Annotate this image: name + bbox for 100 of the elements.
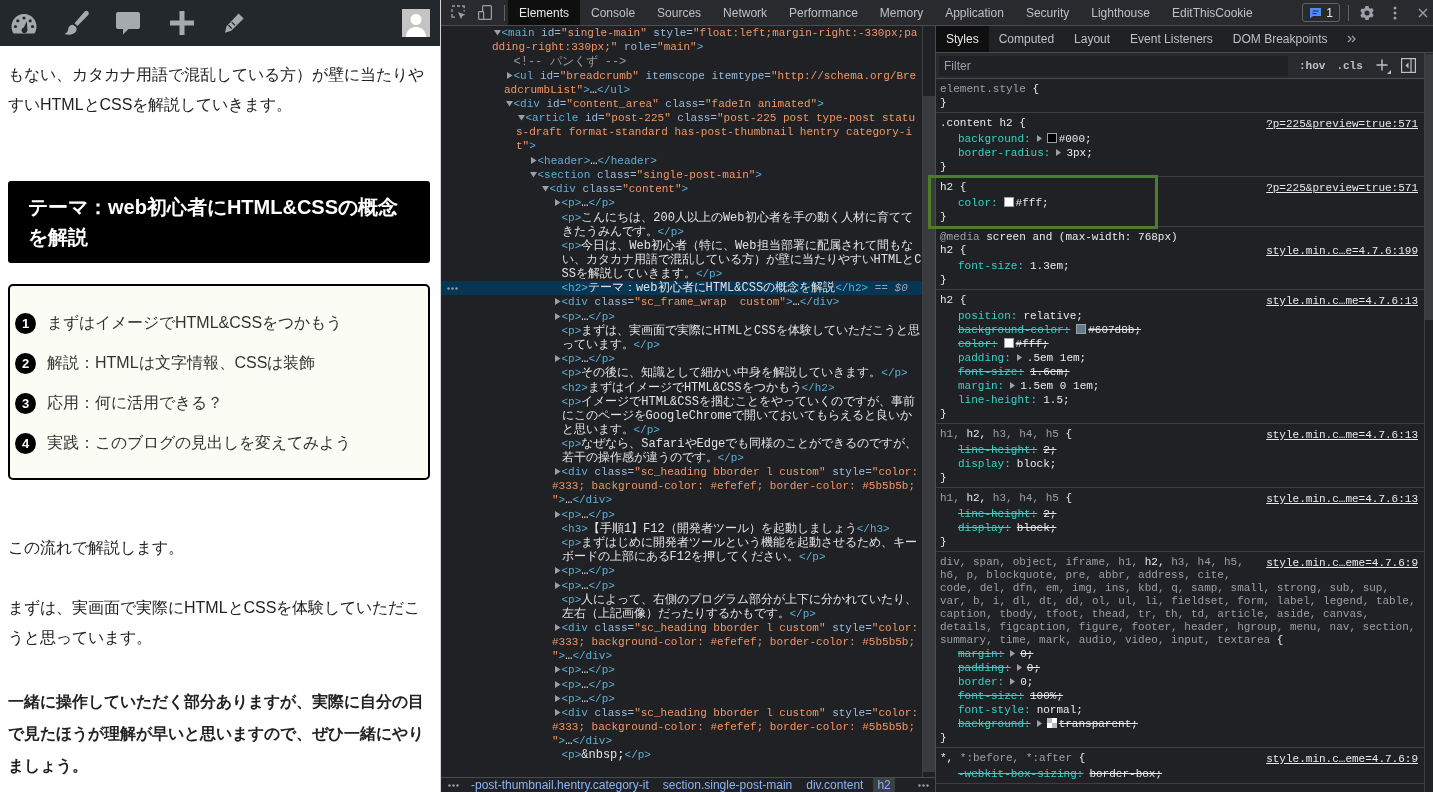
- dom-node[interactable]: <p>…</p>: [441, 309, 922, 324]
- dom-node[interactable]: <main id="single-main" style="float:left;margin-right:-330px;padding-right:330px;" role="main">: [441, 26, 922, 55]
- breadcrumb-item[interactable]: h2: [873, 778, 895, 792]
- dom-node[interactable]: <p>…</p>: [441, 196, 922, 211]
- source-link[interactable]: style.min.c…me=4.7.6:13: [1266, 294, 1418, 309]
- ellipsis-icon[interactable]: [448, 783, 459, 787]
- source-link[interactable]: style.min.c…eme=4.7.6:9: [1266, 752, 1418, 767]
- double-chevron-icon[interactable]: [1346, 35, 1356, 43]
- source-link[interactable]: style.min.c…me=4.7.6:13: [1266, 492, 1418, 507]
- dom-node[interactable]: <p>人によって、右側のプログラム部分が上下に分かれていたり、左右（上記画像）だったりするかもです。</p>: [441, 592, 922, 621]
- caret-right-icon[interactable]: [553, 680, 561, 688]
- dom-node[interactable]: <p>…</p>: [441, 691, 922, 706]
- dom-node[interactable]: <p>今日は、Web初心者（特に、Web担当部署に配属されて間もない、カタカナ用語で混乱している方）が壁に当たりやすいHTMLとCSSを解説していきます。</p>: [441, 238, 922, 281]
- source-link[interactable]: style.min.c…me=4.7.6:13: [1266, 428, 1418, 443]
- source-link[interactable]: style.min.c…e=4.7.6:199: [1266, 244, 1418, 259]
- sidebar-tab[interactable]: Computed: [988, 26, 1065, 52]
- expand-triangle-icon[interactable]: [1036, 135, 1042, 142]
- more-icon[interactable]: [447, 286, 458, 290]
- dom-node[interactable]: <header>…</header>: [441, 153, 922, 168]
- dom-node[interactable]: <p>&nbsp;</p>: [441, 748, 922, 763]
- caret-right-icon[interactable]: [553, 298, 561, 306]
- caret-down-icon[interactable]: [493, 29, 501, 37]
- expand-triangle-icon[interactable]: [1010, 650, 1016, 657]
- breadcrumb-item[interactable]: -post-thumbnail.hentry.category-it: [467, 778, 653, 792]
- dom-node[interactable]: <div class="sc_frame_wrap custom">…</div>: [441, 295, 922, 310]
- expand-triangle-icon[interactable]: [1036, 720, 1042, 727]
- breadcrumb-item[interactable]: div.content: [802, 778, 868, 792]
- dom-node[interactable]: <div class="content">: [441, 181, 922, 196]
- caret-down-icon[interactable]: [505, 100, 513, 107]
- caret-down-icon[interactable]: [529, 170, 537, 178]
- panel-tab[interactable]: Sources: [646, 0, 713, 25]
- close-icon[interactable]: [1418, 7, 1428, 18]
- dom-node[interactable]: <p>イメージでHTML&CSSを掴むことをやっていくのですが、事前にこのページをGoogleChromeで開いておいてもらえると良いかと思います。</p>: [441, 394, 922, 437]
- paintbrush-icon[interactable]: [62, 9, 90, 37]
- caret-right-icon[interactable]: [553, 581, 561, 589]
- inspect-icon[interactable]: [451, 5, 466, 20]
- panel-tab[interactable]: Application: [934, 0, 1015, 25]
- sidebar-tab[interactable]: Event Listeners: [1120, 26, 1223, 52]
- plus-icon[interactable]: [1374, 57, 1391, 74]
- panel-tab[interactable]: Security: [1014, 0, 1081, 25]
- dom-node[interactable]: <h3>【手順1】F12（開発者ツール）を起動しましょう</h3>: [441, 521, 922, 536]
- dom-node[interactable]: <p>こんにちは、200人以上のWeb初心者を手の動く人材に育ててきたうみんです。</p>: [441, 210, 922, 239]
- scrollbar-thumb[interactable]: [923, 96, 935, 772]
- caret-right-icon[interactable]: [553, 510, 561, 518]
- panel-tab[interactable]: EditThisCookie: [1160, 0, 1264, 25]
- dom-node[interactable]: <p>…</p>: [441, 663, 922, 678]
- color-swatch-icon[interactable]: [1046, 133, 1057, 143]
- caret-down-icon[interactable]: [541, 185, 549, 192]
- filter-field[interactable]: Filter: [939, 55, 1288, 76]
- sidebar-tab[interactable]: Layout: [1064, 26, 1121, 52]
- dom-node[interactable]: <p>…</p>: [441, 507, 922, 522]
- expand-triangle-icon[interactable]: [1010, 382, 1016, 389]
- dom-node[interactable]: <p>…</p>: [441, 564, 922, 579]
- caret-right-icon[interactable]: [553, 567, 561, 575]
- caret-right-icon[interactable]: [529, 156, 537, 164]
- dom-node[interactable]: <p>まずは、実画面で実際にHTMLとCSSを体験していただこうと思っています。</p>: [441, 323, 922, 352]
- dom-node[interactable]: <section class="single-post-main">: [441, 167, 922, 182]
- pencil-icon[interactable]: [223, 12, 245, 34]
- caret-right-icon[interactable]: [553, 694, 561, 702]
- transparent-swatch-icon[interactable]: [1046, 718, 1057, 728]
- expand-triangle-icon[interactable]: [1056, 149, 1062, 156]
- dom-node[interactable]: <p>…</p>: [441, 578, 922, 593]
- dom-node[interactable]: <p>…</p>: [441, 677, 922, 692]
- panel-tab[interactable]: Memory: [868, 0, 935, 25]
- dom-node[interactable]: <div class="sc_heading bborder l custom" style="color: #333; background-color: #efefef; border-color: #5b5b5b; ">…</div>: [441, 465, 922, 508]
- panel-tab[interactable]: Performance: [778, 0, 869, 25]
- caret-right-icon[interactable]: [553, 666, 561, 674]
- caret-right-icon[interactable]: [553, 199, 561, 207]
- settings-icon[interactable]: [1360, 4, 1374, 21]
- panel-tab[interactable]: Lighthouse: [1080, 0, 1161, 25]
- ellipsis-icon[interactable]: [918, 783, 929, 787]
- caret-right-icon[interactable]: [553, 355, 561, 362]
- sidebar-tab[interactable]: DOM Breakpoints: [1222, 26, 1338, 52]
- source-link[interactable]: ?p=225&preview=true:571: [1266, 181, 1418, 196]
- sidebar-tab[interactable]: Styles: [936, 26, 989, 52]
- toolbar-button[interactable]: .cls: [1336, 58, 1363, 73]
- scrollbar-thumb[interactable]: [1425, 54, 1433, 320]
- color-swatch-icon[interactable]: [1003, 197, 1014, 207]
- color-swatch-icon[interactable]: [1076, 324, 1087, 334]
- html-comment[interactable]: <!-- パンくず -->: [441, 54, 922, 69]
- dom-node[interactable]: <div class="sc_heading bborder l custom" style="color: #333; background-color: #efefef; border-color: #5b5b5b; ">…</div>: [441, 620, 922, 663]
- toolbar-button[interactable]: :hov: [1299, 58, 1326, 73]
- dom-node[interactable]: <p>…</p>: [441, 351, 922, 366]
- source-link[interactable]: style.min.c…eme=4.7.6:9: [1266, 556, 1418, 571]
- caret-right-icon[interactable]: [505, 71, 513, 79]
- speech-bubble-icon[interactable]: [115, 10, 141, 36]
- gauge-icon[interactable]: [10, 11, 38, 35]
- panel-tab[interactable]: Network: [712, 0, 779, 25]
- color-swatch-icon[interactable]: [1003, 338, 1014, 348]
- caret-right-icon[interactable]: [553, 624, 561, 631]
- expand-triangle-icon[interactable]: [1010, 678, 1016, 685]
- plus-icon[interactable]: [169, 10, 195, 36]
- panel-tab[interactable]: Elements: [508, 0, 581, 25]
- breadcrumb-item[interactable]: section.single-post-main: [658, 778, 797, 792]
- caret-right-icon[interactable]: [553, 709, 561, 716]
- dom-node[interactable]: <ul id="breadcrumb" itemscope itemtype="http://schema.org/BreadcrumbList">…</ul>: [441, 68, 922, 97]
- dom-node[interactable]: <div class="sc_heading bborder l custom" style="color: #333; background-color: #efefef; border-color: #5b5b5b; ">…</div>: [441, 705, 922, 748]
- devices-icon[interactable]: [478, 5, 492, 20]
- source-link[interactable]: ?p=225&preview=true:571: [1266, 117, 1418, 132]
- caret-right-icon[interactable]: [553, 312, 561, 320]
